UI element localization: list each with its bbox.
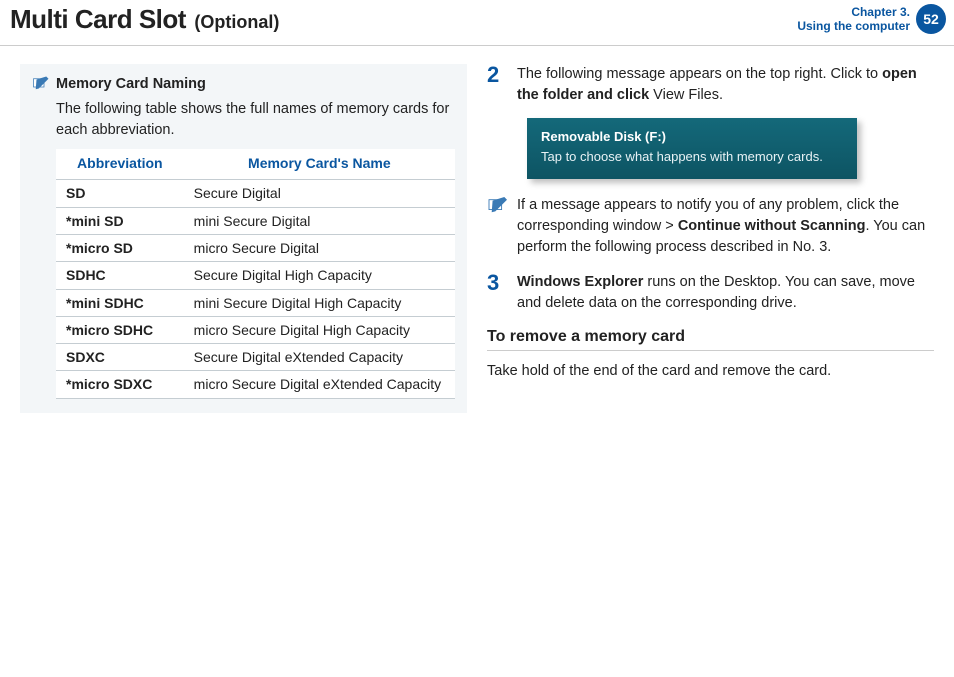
table-row: *mini SDmini Secure Digital <box>56 207 455 234</box>
step-3-text-a: Windows Explorer <box>517 274 643 290</box>
cell-name: mini Secure Digital High Capacity <box>184 289 455 316</box>
cell-abbrev: *mini SDHC <box>56 289 184 316</box>
cell-name: Secure Digital eXtended Capacity <box>184 344 455 371</box>
toast-notification: Removable Disk (F:) Tap to choose what h… <box>527 118 857 179</box>
remove-body: Take hold of the end of the card and rem… <box>487 361 934 382</box>
page-title: Multi Card Slot <box>10 4 186 34</box>
cell-name: Secure Digital <box>184 180 455 207</box>
page-header: Multi Card Slot (Optional) Chapter 3. Us… <box>0 0 954 46</box>
cell-name: micro Secure Digital <box>184 234 455 261</box>
note-title: Memory Card Naming <box>56 74 206 95</box>
toast-body: Tap to choose what happens with memory c… <box>541 148 843 166</box>
cell-abbrev: *micro SDXC <box>56 371 184 398</box>
cell-abbrev: *mini SD <box>56 207 184 234</box>
table-row: *micro SDmicro Secure Digital <box>56 234 455 261</box>
chapter-line2: Using the computer <box>797 19 910 33</box>
cell-name: mini Secure Digital <box>184 207 455 234</box>
toast-title: Removable Disk (F:) <box>541 128 843 146</box>
step-2-text-c: View Files. <box>649 87 723 103</box>
table-row: SDSecure Digital <box>56 180 455 207</box>
note-body: The following table shows the full names… <box>56 99 455 141</box>
naming-note: Memory Card Naming The following table s… <box>20 64 467 413</box>
cell-name: Secure Digital High Capacity <box>184 262 455 289</box>
cell-name: micro Secure Digital High Capacity <box>184 316 455 343</box>
page-subtitle: (Optional) <box>194 12 279 32</box>
table-header-name: Memory Card's Name <box>184 149 455 180</box>
cell-abbrev: *micro SD <box>56 234 184 261</box>
chapter-label: Chapter 3. Using the computer <box>797 5 910 34</box>
step-3: 3 Windows Explorer runs on the Desktop. … <box>487 272 934 314</box>
cell-abbrev: *micro SDHC <box>56 316 184 343</box>
step-2-text: The following message appears on the top… <box>517 64 934 106</box>
step-number: 2 <box>487 64 507 106</box>
chapter-line1: Chapter 3. <box>797 5 910 19</box>
remove-heading: To remove a memory card <box>487 328 934 351</box>
header-right: Chapter 3. Using the computer 52 <box>797 4 946 34</box>
table-row: *mini SDHCmini Secure Digital High Capac… <box>56 289 455 316</box>
table-row: SDXCSecure Digital eXtended Capacity <box>56 344 455 371</box>
table-row: *micro SDXCmicro Secure Digital eXtended… <box>56 371 455 398</box>
table-row: *micro SDHCmicro Secure Digital High Cap… <box>56 316 455 343</box>
right-column: 2 The following message appears on the t… <box>487 64 934 413</box>
step-2-text-a: The following message appears on the top… <box>517 66 882 82</box>
info-text: If a message appears to notify you of an… <box>517 195 934 258</box>
note-icon <box>487 197 509 215</box>
cell-abbrev: SDXC <box>56 344 184 371</box>
note-icon <box>32 76 50 92</box>
title-wrap: Multi Card Slot (Optional) <box>10 4 797 35</box>
info-note: If a message appears to notify you of an… <box>487 195 934 258</box>
card-table: Abbreviation Memory Card's Name SDSecure… <box>56 149 455 399</box>
step-number: 3 <box>487 272 507 314</box>
page-number-badge: 52 <box>916 4 946 34</box>
cell-abbrev: SD <box>56 180 184 207</box>
step-2: 2 The following message appears on the t… <box>487 64 934 106</box>
left-column: Memory Card Naming The following table s… <box>20 64 467 413</box>
table-row: SDHCSecure Digital High Capacity <box>56 262 455 289</box>
step-3-text: Windows Explorer runs on the Desktop. Yo… <box>517 272 934 314</box>
table-header-abbrev: Abbreviation <box>56 149 184 180</box>
cell-name: micro Secure Digital eXtended Capacity <box>184 371 455 398</box>
info-text-b: Continue without Scanning <box>678 218 866 234</box>
cell-abbrev: SDHC <box>56 262 184 289</box>
